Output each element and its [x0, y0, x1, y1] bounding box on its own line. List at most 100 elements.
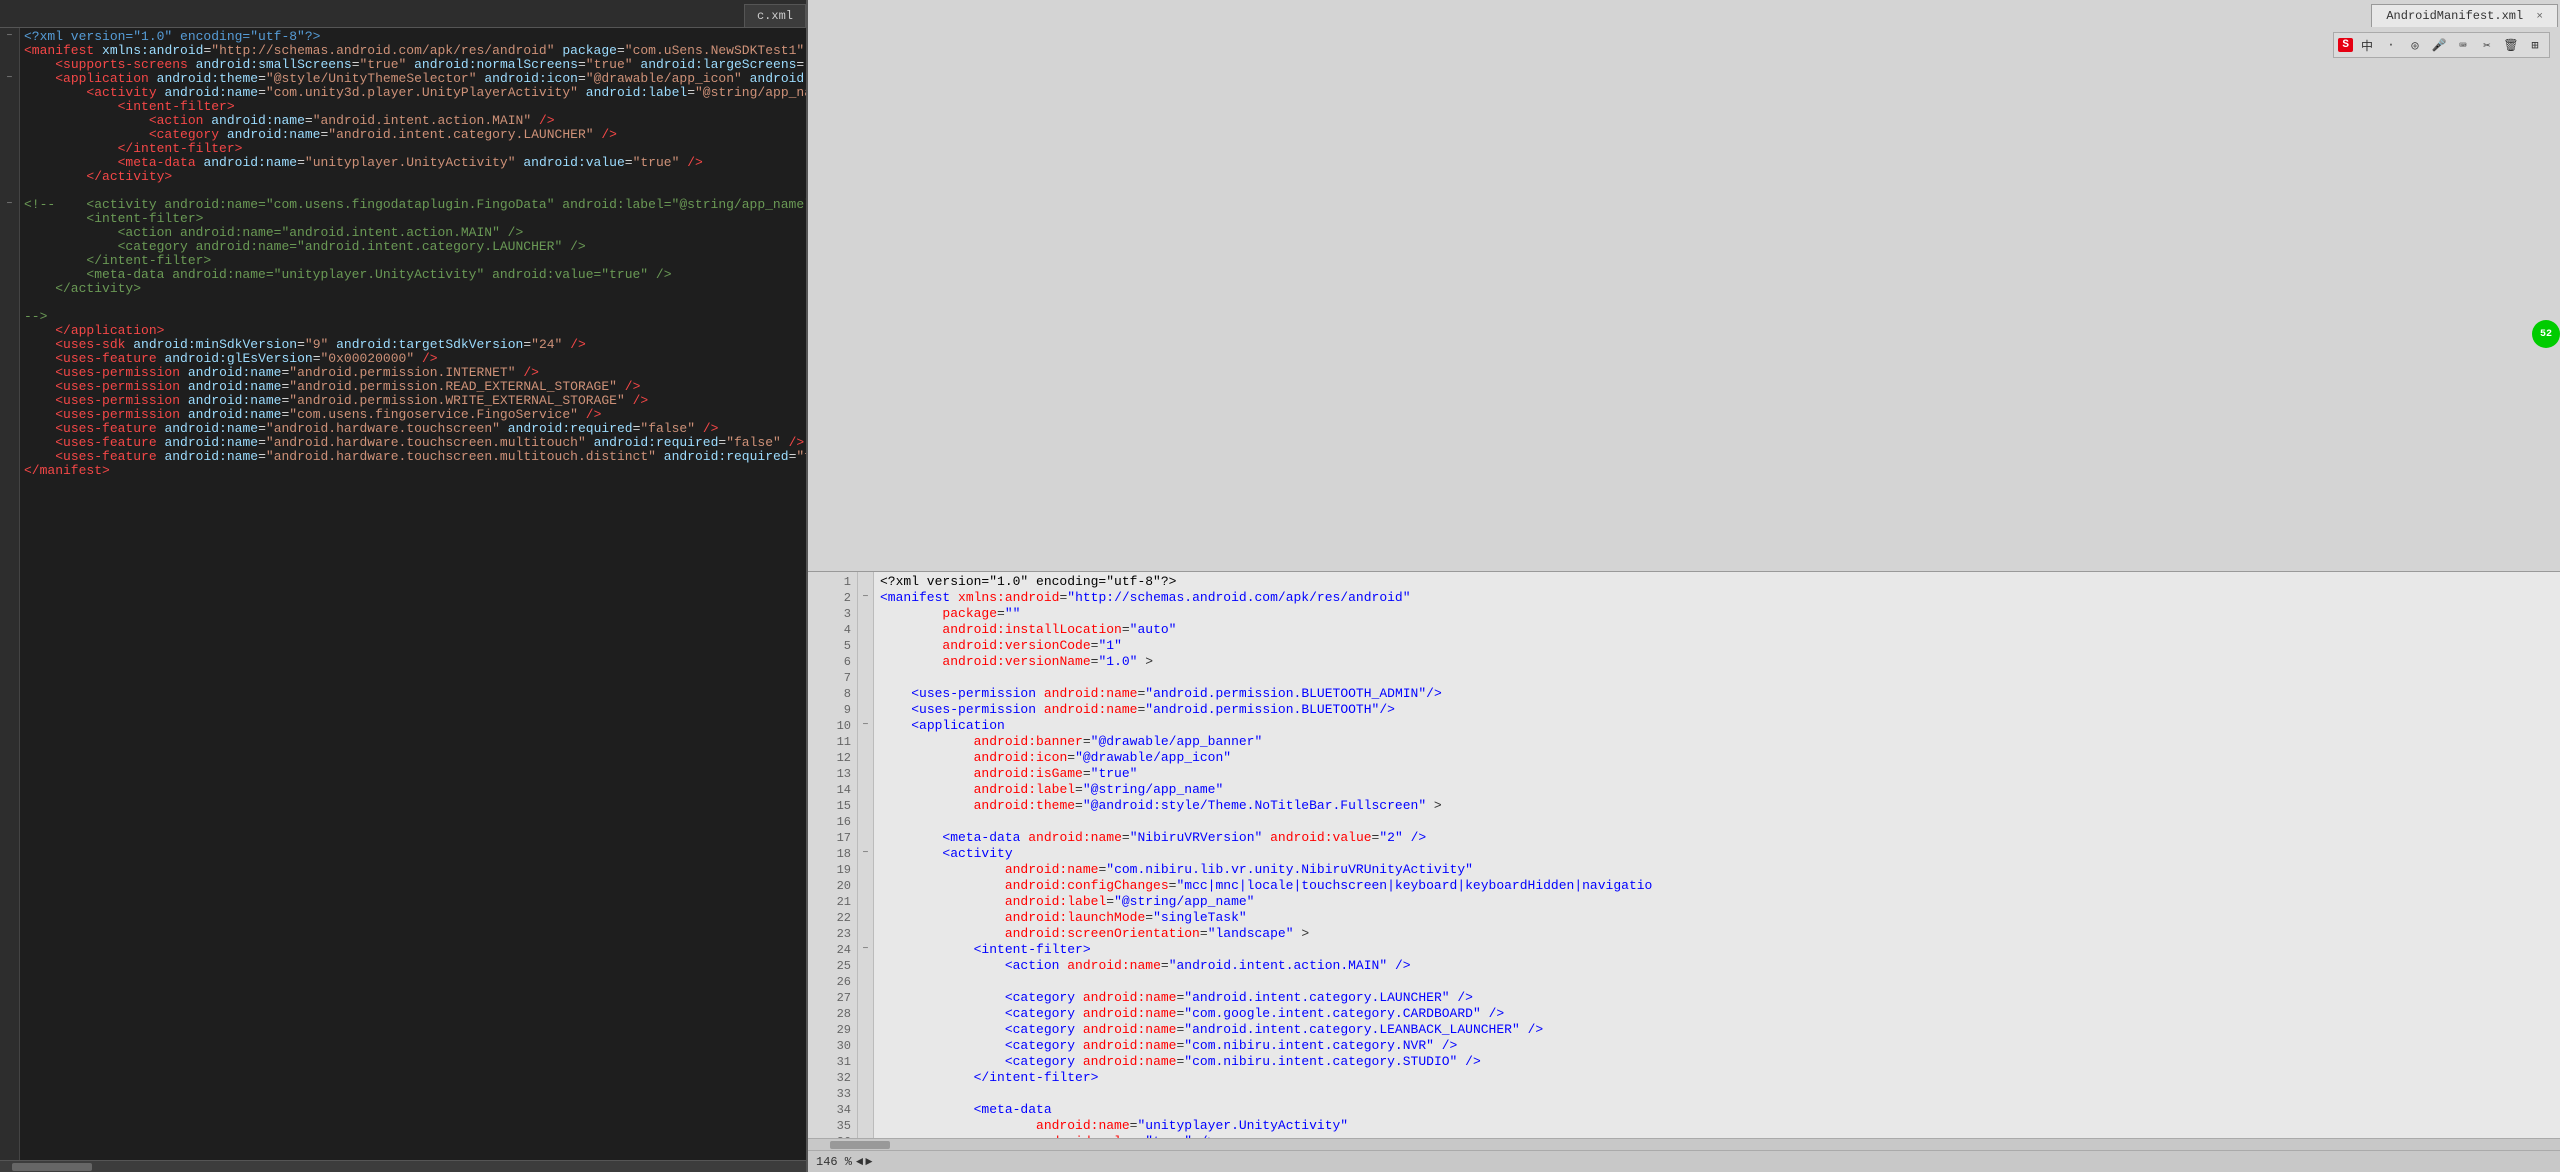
line-num-29: 29 [808, 1022, 851, 1038]
zoom-increase[interactable]: ► [865, 1155, 872, 1169]
badge-label: 52 [2540, 329, 2552, 340]
fold-marker-8[interactable] [4, 128, 16, 142]
mic-icon[interactable]: 🎤 [2429, 35, 2449, 55]
left-scroll-thumb[interactable] [12, 1163, 92, 1171]
fold-marker-11[interactable] [4, 170, 16, 184]
fold-marker-10[interactable] [4, 156, 16, 170]
fold-marker-12[interactable] [4, 184, 16, 198]
r-fold-9[interactable] [858, 702, 873, 718]
fold-marker-7[interactable] [4, 114, 16, 128]
line-num-10: 10 [808, 718, 851, 734]
bottom-bar: 146 % ◄ ► [808, 1150, 2560, 1172]
line-num-35: 35 [808, 1118, 851, 1134]
r-fold-21[interactable] [858, 894, 873, 910]
fold-marker-3[interactable] [4, 58, 16, 72]
right-scroll-thumb-h[interactable] [830, 1141, 890, 1149]
right-tab-bar: AndroidManifest.xml × [808, 0, 2560, 572]
line-num-2: 2 [808, 590, 851, 606]
r-fold-19[interactable] [858, 862, 873, 878]
r-fold-22[interactable] [858, 910, 873, 926]
tab-close-button[interactable]: × [2536, 11, 2543, 23]
green-badge: 52 [2532, 320, 2560, 348]
line-num-4: 4 [808, 622, 851, 638]
fold-marker-6[interactable] [4, 100, 16, 114]
fold-marker-5[interactable] [4, 86, 16, 100]
right-scrollbar-h[interactable] [808, 1138, 2560, 1150]
left-scrollbar[interactable] [0, 1160, 806, 1172]
line-num-23: 23 [808, 926, 851, 942]
line-num-5: 5 [808, 638, 851, 654]
line-num-32: 32 [808, 1070, 851, 1086]
left-code-content: <?xml version="1.0" encoding="utf-8"?> <… [20, 28, 806, 1160]
line-num-11: 11 [808, 734, 851, 750]
r-fold-25[interactable] [858, 958, 873, 974]
left-tab[interactable]: c.xml [744, 4, 806, 27]
fold-marker-13[interactable]: − [4, 198, 16, 212]
line-num-31: 31 [808, 1054, 851, 1070]
r-fold-4[interactable] [858, 622, 873, 638]
right-code-content: <?xml version="1.0" encoding="utf-8"?> <… [874, 572, 2560, 1139]
line-num-3: 3 [808, 606, 851, 622]
scissors-icon[interactable]: ✂ [2477, 35, 2497, 55]
right-pane: AndroidManifest.xml × S 中 · ◎ 🎤 ⌨ ✂ 🗑 ⊞ … [808, 0, 2560, 1172]
line-num-19: 19 [808, 862, 851, 878]
r-fold-1[interactable] [858, 574, 873, 590]
line-num-33: 33 [808, 1086, 851, 1102]
line-num-13: 13 [808, 766, 851, 782]
right-tab-label: AndroidManifest.xml [2386, 9, 2523, 23]
line-num-34: 34 [808, 1102, 851, 1118]
line-num-28: 28 [808, 1006, 851, 1022]
r-fold-17[interactable] [858, 830, 873, 846]
line-numbers: 1 2 3 4 5 6 7 8 9 10 11 12 13 14 15 16 1… [808, 572, 858, 1139]
fold-marker-2[interactable] [4, 44, 16, 58]
right-tab[interactable]: AndroidManifest.xml × [2371, 4, 2558, 27]
zoom-decrease[interactable]: ◄ [856, 1155, 863, 1169]
r-fold-14[interactable] [858, 782, 873, 798]
right-fold-gutter: − − − [858, 572, 874, 1139]
line-num-17: 17 [808, 830, 851, 846]
line-num-24: 24 [808, 942, 851, 958]
chinese-icon[interactable]: 中 [2357, 35, 2377, 55]
r-fold-24[interactable]: − [858, 942, 873, 958]
r-fold-13[interactable] [858, 766, 873, 782]
circle-icon[interactable]: ◎ [2405, 35, 2425, 55]
r-fold-15[interactable] [858, 798, 873, 814]
r-fold-5[interactable] [858, 638, 873, 654]
r-fold-6[interactable] [858, 654, 873, 670]
r-fold-11[interactable] [858, 734, 873, 750]
line-num-22: 22 [808, 910, 851, 926]
zoom-label: 146 % [816, 1155, 852, 1169]
line-num-30: 30 [808, 1038, 851, 1054]
r-fold-23[interactable] [858, 926, 873, 942]
trash-icon[interactable]: 🗑 [2501, 35, 2521, 55]
left-pane: c.xml − − − <?xml version="1.0" encoding… [0, 0, 808, 1172]
r-fold-16[interactable] [858, 814, 873, 830]
line-num-6: 6 [808, 654, 851, 670]
fold-marker-9[interactable] [4, 142, 16, 156]
left-code-area: − − − <?xml version="1.0" encoding="utf-… [0, 28, 806, 1160]
r-fold-7[interactable] [858, 670, 873, 686]
left-tab-bar: c.xml [0, 0, 808, 28]
line-num-9: 9 [808, 702, 851, 718]
fold-marker-4[interactable]: − [4, 72, 16, 86]
r-fold-3[interactable] [858, 606, 873, 622]
line-num-12: 12 [808, 750, 851, 766]
keyboard-icon[interactable]: ⌨ [2453, 35, 2473, 55]
sogou-logo[interactable]: S [2338, 38, 2353, 52]
r-fold-20[interactable] [858, 878, 873, 894]
r-fold-18[interactable]: − [858, 846, 873, 862]
line-num-14: 14 [808, 782, 851, 798]
line-num-15: 15 [808, 798, 851, 814]
left-tab-label: c.xml [757, 9, 793, 23]
fold-marker-1[interactable]: − [4, 30, 16, 44]
r-fold-8[interactable] [858, 686, 873, 702]
dot-icon[interactable]: · [2381, 35, 2401, 55]
line-num-8: 8 [808, 686, 851, 702]
r-fold-2[interactable]: − [858, 590, 873, 606]
grid-icon[interactable]: ⊞ [2525, 35, 2545, 55]
line-num-27: 27 [808, 990, 851, 1006]
r-fold-12[interactable] [858, 750, 873, 766]
line-num-18: 18 [808, 846, 851, 862]
r-fold-10[interactable]: − [858, 718, 873, 734]
line-num-25: 25 [808, 958, 851, 974]
